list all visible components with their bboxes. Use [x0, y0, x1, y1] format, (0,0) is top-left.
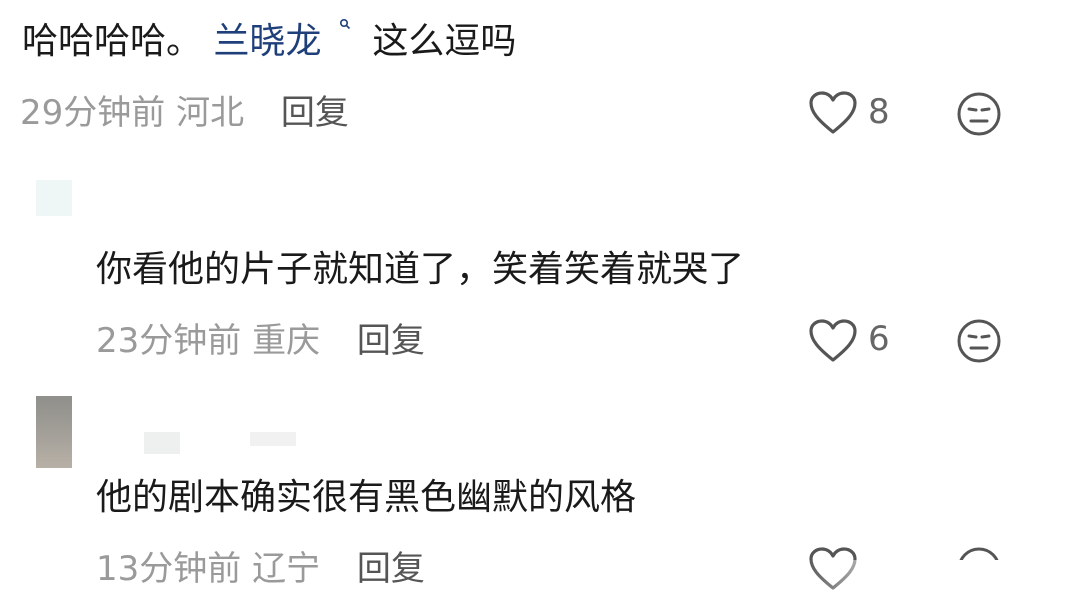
comment-2-location: 重庆: [252, 321, 321, 361]
heart-outline-icon[interactable]: [808, 90, 858, 136]
comment-2-meta: 23分钟前 重庆 回复: [96, 324, 425, 358]
bottom-fade-overlay: [805, 560, 1067, 613]
neutral-face-icon[interactable]: [956, 318, 1002, 364]
comment-1-prefix: 哈哈哈哈。: [22, 21, 203, 62]
comment-1-location: 河北: [176, 93, 245, 133]
comment-2-text: 你看他的片子就知道了，笑着笑着就哭了: [96, 249, 745, 290]
comment-3-location: 辽宁: [252, 549, 321, 589]
comment-3-text: 他的剧本确实很有黑色幽默的风格: [96, 477, 637, 518]
comment-1-meta: 29分钟前 河北 回复: [20, 96, 349, 130]
username-redacted: [144, 432, 180, 454]
comment-3-time: 13分钟前: [96, 549, 242, 589]
neutral-face-icon[interactable]: [956, 91, 1002, 137]
search-icon: [339, 18, 351, 30]
username-redacted: [250, 432, 296, 446]
avatar[interactable]: [36, 396, 72, 468]
comment-1-time: 29分钟前: [20, 93, 166, 133]
comment-3-meta: 13分钟前 辽宁 回复: [96, 552, 425, 586]
like-count: 6: [868, 319, 890, 359]
reply-button[interactable]: 回复: [357, 321, 425, 361]
mention-link[interactable]: 兰晓龙: [213, 21, 321, 62]
reply-button[interactable]: 回复: [281, 93, 349, 133]
avatar[interactable]: [36, 180, 72, 216]
comment-1-suffix: 这么逗吗: [372, 21, 517, 62]
comment-1-text: 哈哈哈哈。 兰晓龙 这么逗吗: [22, 18, 517, 62]
reply-button[interactable]: 回复: [357, 549, 425, 589]
like-count: 8: [868, 92, 890, 132]
comment-2-time: 23分钟前: [96, 321, 242, 361]
heart-outline-icon[interactable]: [808, 318, 858, 364]
